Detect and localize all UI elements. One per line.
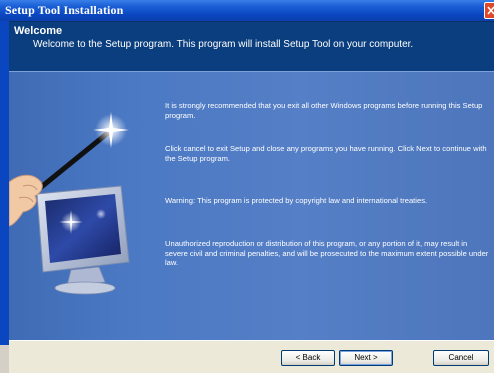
header-subtitle: Welcome to the Setup program. This progr…	[33, 39, 414, 50]
header-banner: Welcome Welcome to the Setup program. Th…	[9, 21, 494, 71]
close-button[interactable]	[484, 2, 494, 19]
main-panel: It is strongly recommended that you exit…	[9, 71, 494, 340]
next-button[interactable]: Next >	[339, 350, 393, 366]
magic-wand-monitor-icon	[9, 112, 130, 295]
setup-window: Setup Tool Installation Welcome Welcome …	[0, 0, 494, 373]
cancel-button[interactable]: Cancel	[433, 350, 489, 366]
info-paragraph: It is strongly recommended that you exit…	[165, 101, 483, 120]
left-frame	[0, 21, 9, 345]
close-icon	[487, 6, 494, 15]
button-bar: < Back Next > Cancel	[9, 340, 494, 373]
header-title: Welcome	[14, 25, 63, 37]
left-frame-bottom	[0, 345, 9, 373]
back-button[interactable]: < Back	[281, 350, 335, 366]
window-title: Setup Tool Installation	[5, 3, 124, 17]
legal-paragraph: Unauthorized reproduction or distributio…	[165, 239, 489, 267]
title-bar[interactable]: Setup Tool Installation	[0, 0, 494, 21]
warning-paragraph: Warning: This program is protected by co…	[165, 196, 428, 205]
info-paragraph: Click cancel to exit Setup and close any…	[165, 144, 487, 163]
